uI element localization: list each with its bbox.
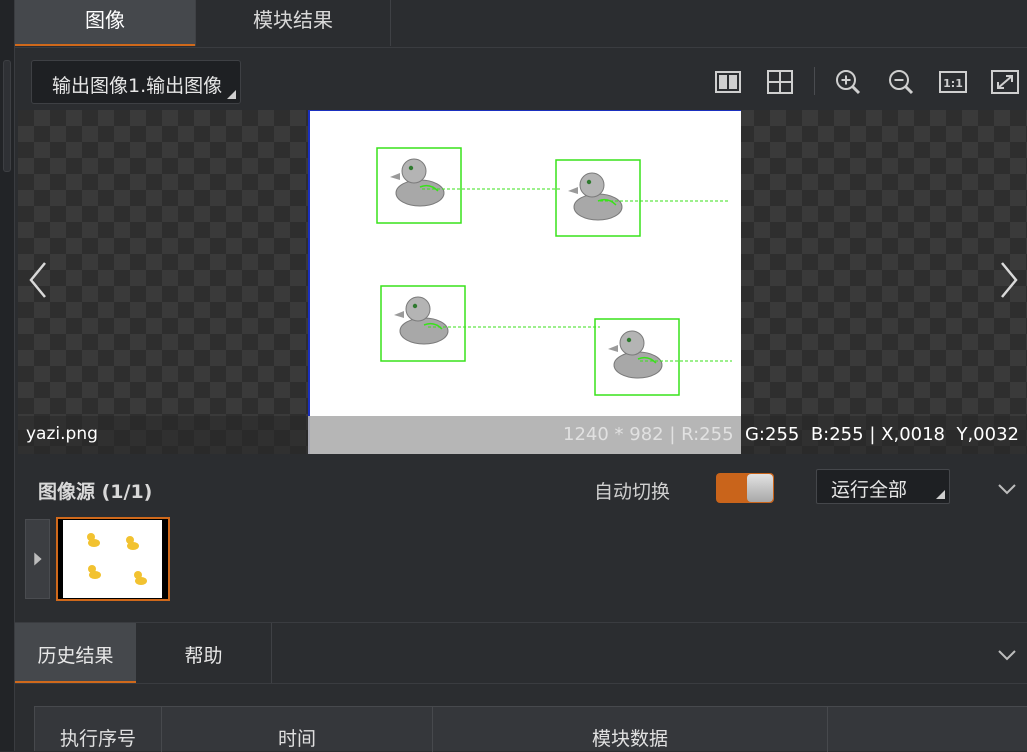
fit-screen-icon[interactable]: [989, 66, 1021, 98]
run-all-select[interactable]: 运行全部: [816, 469, 950, 504]
auto-switch-label: 自动切换: [594, 481, 671, 503]
pixel-g: G:255: [744, 424, 800, 445]
panel-resize-handle[interactable]: [3, 60, 11, 172]
top-tab-bar: 图像 模块结果: [15, 0, 1027, 48]
grid-view-icon[interactable]: [764, 66, 796, 98]
image-canvas[interactable]: [308, 110, 741, 454]
duck-target: [567, 172, 623, 221]
image-thumbnail[interactable]: [56, 517, 170, 601]
info-separator: |: [869, 424, 876, 445]
history-table-header: 执行序号 时间 模块数据: [34, 706, 1027, 752]
pixel-r: R:255: [681, 424, 734, 445]
zoom-out-icon[interactable]: [885, 66, 917, 98]
duck-thumbnails: [87, 533, 147, 585]
tab-history-label: 历史结果: [37, 645, 114, 667]
match-result-overlay: [376, 147, 732, 396]
zoom-in-icon[interactable]: [832, 66, 864, 98]
image-viewer[interactable]: yazi.png 1240 * 982 | R:255 G:255 B:255 …: [18, 110, 1027, 454]
duck-target: [393, 296, 449, 345]
info-separator: |: [669, 424, 676, 445]
column-header-exec-index[interactable]: 执行序号: [35, 707, 162, 752]
next-image-arrow-icon[interactable]: [999, 260, 1019, 300]
left-gutter: [0, 0, 15, 751]
run-all-label: 运行全部: [831, 479, 908, 501]
toggle-knob: [747, 474, 773, 502]
svg-text:1:1: 1:1: [943, 77, 963, 90]
column-label: 执行序号: [59, 728, 136, 750]
pixel-b: B:255: [810, 424, 864, 445]
column-header-time[interactable]: 时间: [162, 707, 433, 752]
output-image-select[interactable]: 输出图像1.输出图像: [31, 60, 241, 104]
tab-help[interactable]: 帮助: [136, 623, 272, 683]
toolbar-divider: [814, 67, 815, 95]
split-view-icon[interactable]: [712, 66, 744, 98]
duck-target: [607, 330, 663, 379]
tab-help-label: 帮助: [184, 645, 223, 667]
image-size: 1240 * 982: [563, 424, 664, 445]
column-header-module-data[interactable]: 模块数据: [433, 707, 828, 752]
collapse-source-chevron-down-icon[interactable]: [996, 482, 1018, 496]
column-header-extra[interactable]: [828, 707, 1027, 752]
tab-image[interactable]: 图像: [15, 0, 195, 46]
cursor-x: X,0018: [881, 424, 946, 445]
tab-history-results[interactable]: 历史结果: [15, 623, 136, 683]
column-label: 时间: [277, 728, 316, 750]
pixel-info: 1240 * 982 | R:255 G:255 B:255 | X,0018 …: [563, 424, 1019, 445]
dropdown-corner-icon: [936, 490, 945, 499]
thumbnail-preview: [63, 520, 162, 598]
actual-size-icon[interactable]: 1:1: [937, 66, 969, 98]
duck-target: [389, 158, 445, 207]
cursor-y: Y,0032: [956, 424, 1019, 445]
output-image-select-value: 输出图像1.输出图像: [52, 75, 223, 97]
thumbnail-expand-button[interactable]: [25, 519, 50, 599]
image-source-title: 图像源 (1/1): [38, 481, 153, 503]
column-label: 模块数据: [591, 728, 668, 750]
image-filename: yazi.png: [26, 424, 98, 444]
auto-switch-toggle[interactable]: [716, 473, 774, 503]
tab-module-result[interactable]: 模块结果: [195, 0, 391, 46]
collapse-history-chevron-down-icon[interactable]: [996, 648, 1018, 662]
dropdown-corner-icon: [227, 90, 236, 99]
previous-image-arrow-icon[interactable]: [28, 260, 48, 300]
play-triangle-icon: [34, 552, 42, 566]
